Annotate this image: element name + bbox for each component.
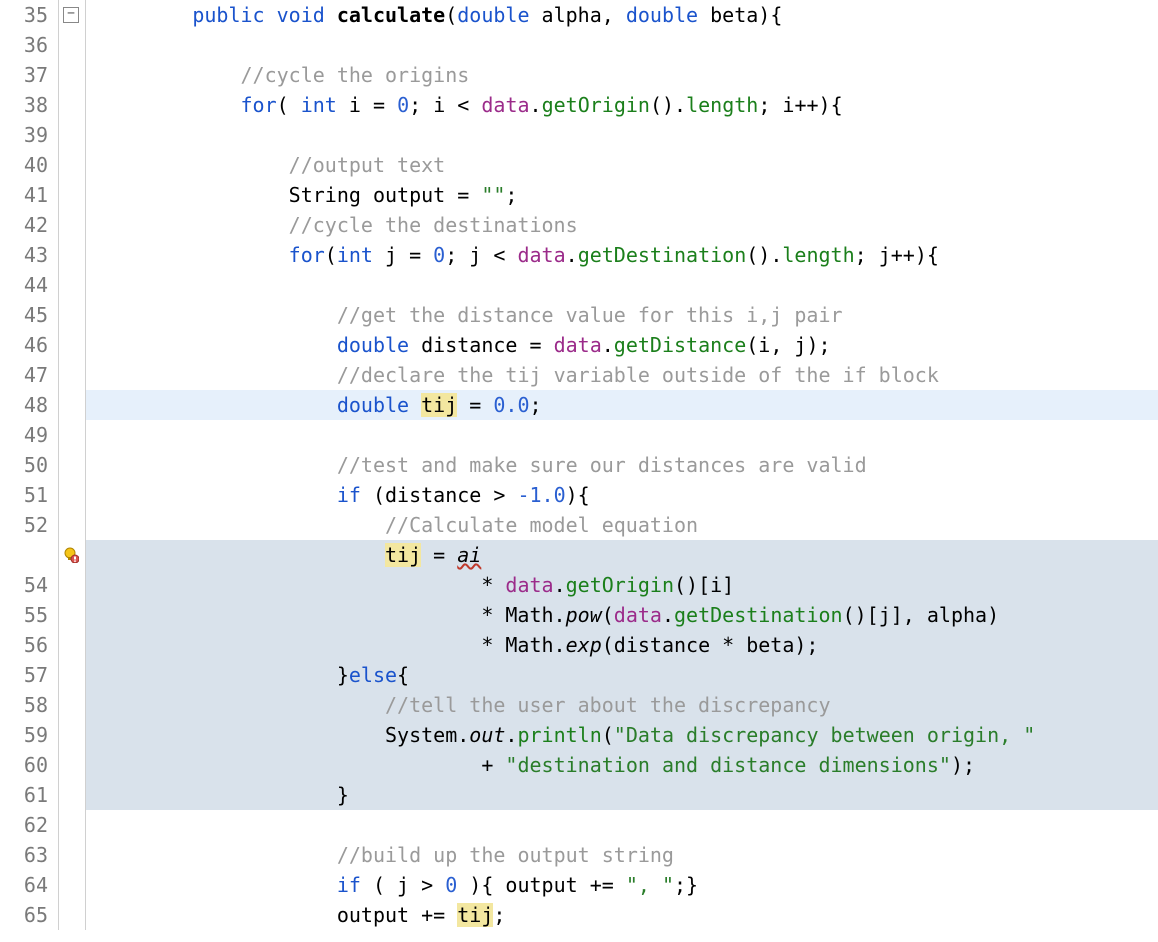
code-line[interactable]: for(int j = 0; j < data.getDestination()… (86, 240, 1158, 270)
code-line[interactable]: System.out.println("Data discrepancy bet… (86, 720, 1158, 750)
code-line[interactable]: public void calculate(double alpha, doub… (86, 0, 1158, 30)
code-line[interactable]: }else{ (86, 660, 1158, 690)
code-editor[interactable]: 353637383940414243444546474849505152 5455… (0, 0, 1158, 930)
line-number: 54 (0, 570, 58, 600)
error-lightbulb-icon[interactable] (63, 547, 79, 563)
line-number: 61 (0, 780, 58, 810)
code-line[interactable] (86, 120, 1158, 150)
code-line[interactable]: for( int i = 0; i < data.getOrigin().len… (86, 90, 1158, 120)
code-line[interactable]: if (distance > -1.0){ (86, 480, 1158, 510)
line-number: 55 (0, 600, 58, 630)
code-line[interactable] (86, 810, 1158, 840)
line-number: 62 (0, 810, 58, 840)
line-number: 42 (0, 210, 58, 240)
code-line[interactable]: //cycle the destinations (86, 210, 1158, 240)
line-number: 60 (0, 750, 58, 780)
line-number: 43 (0, 240, 58, 270)
line-number: 63 (0, 840, 58, 870)
code-line[interactable]: //cycle the origins (86, 60, 1158, 90)
code-line[interactable]: //test and make sure our distances are v… (86, 450, 1158, 480)
line-number: 65 (0, 900, 58, 930)
line-number: 52 (0, 510, 58, 540)
code-line[interactable]: } (86, 780, 1158, 810)
code-line[interactable]: tij = ai (86, 540, 1158, 570)
line-number: 47 (0, 360, 58, 390)
code-line[interactable]: * data.getOrigin()[i] (86, 570, 1158, 600)
fold-gutter: − (59, 0, 86, 930)
code-line[interactable]: //get the distance value for this i,j pa… (86, 300, 1158, 330)
line-number: 49 (0, 420, 58, 450)
code-line[interactable] (86, 270, 1158, 300)
line-number: 39 (0, 120, 58, 150)
code-line[interactable]: //declare the tij variable outside of th… (86, 360, 1158, 390)
line-number: 40 (0, 150, 58, 180)
line-number: 45 (0, 300, 58, 330)
code-line[interactable]: //output text (86, 150, 1158, 180)
code-line[interactable]: //tell the user about the discrepancy (86, 690, 1158, 720)
code-line[interactable]: double distance = data.getDistance(i, j)… (86, 330, 1158, 360)
code-line[interactable]: double tij = 0.0; (86, 390, 1158, 420)
line-number: 56 (0, 630, 58, 660)
code-line[interactable]: if ( j > 0 ){ output += ", ";} (86, 870, 1158, 900)
code-line[interactable]: * Math.pow(data.getDestination()[j], alp… (86, 600, 1158, 630)
line-number: 35 (0, 0, 58, 30)
line-number: 38 (0, 90, 58, 120)
code-line[interactable]: output += tij; (86, 900, 1158, 930)
line-number: 58 (0, 690, 58, 720)
code-line[interactable] (86, 30, 1158, 60)
line-number: 51 (0, 480, 58, 510)
line-number: 37 (0, 60, 58, 90)
line-number: 41 (0, 180, 58, 210)
line-number-gutter: 353637383940414243444546474849505152 5455… (0, 0, 59, 930)
line-number: 57 (0, 660, 58, 690)
code-area[interactable]: public void calculate(double alpha, doub… (86, 0, 1158, 930)
code-line[interactable]: * Math.exp(distance * beta); (86, 630, 1158, 660)
line-number: 36 (0, 30, 58, 60)
code-line[interactable]: //build up the output string (86, 840, 1158, 870)
line-number: 64 (0, 870, 58, 900)
line-number: 48 (0, 390, 58, 420)
code-line[interactable]: String output = ""; (86, 180, 1158, 210)
code-line[interactable]: + "destination and distance dimensions")… (86, 750, 1158, 780)
line-number (0, 540, 58, 570)
line-number: 46 (0, 330, 58, 360)
line-number: 50 (0, 450, 58, 480)
line-number: 59 (0, 720, 58, 750)
code-line[interactable]: //Calculate model equation (86, 510, 1158, 540)
line-number: 44 (0, 270, 58, 300)
code-line[interactable] (86, 420, 1158, 450)
fold-collapse-icon[interactable]: − (63, 7, 79, 23)
